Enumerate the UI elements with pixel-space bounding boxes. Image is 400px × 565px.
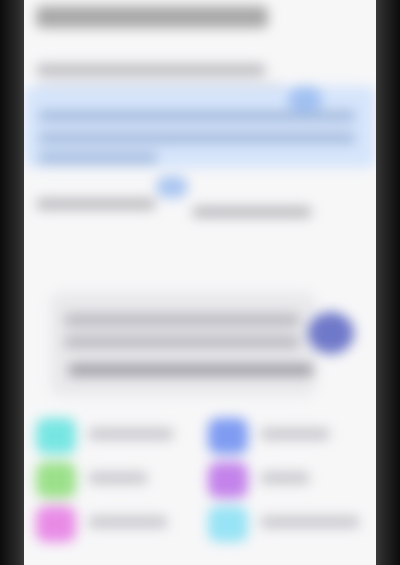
- app-grid: [36, 418, 366, 558]
- blurred-content: [24, 0, 376, 565]
- grid-item[interactable]: [36, 462, 186, 500]
- paragraph-line: [36, 64, 266, 76]
- magenta-app-icon: [36, 506, 76, 542]
- highlighted-line: [38, 132, 356, 144]
- paragraph-line: [192, 206, 312, 218]
- grid-item[interactable]: [208, 418, 358, 456]
- app-screen: [24, 0, 376, 565]
- grid-item[interactable]: [208, 462, 358, 500]
- highlighted-line: [38, 152, 158, 164]
- page-title-placeholder: [36, 6, 268, 28]
- paragraph-line: [36, 198, 156, 210]
- purple-app-icon: [208, 462, 248, 498]
- blue-app-icon: [208, 418, 248, 454]
- grid-item-label: [260, 516, 360, 528]
- selection-handle-start[interactable]: [288, 86, 322, 112]
- grid-item-label: [260, 472, 310, 484]
- selection-handle-end[interactable]: [156, 176, 188, 198]
- green-app-icon: [36, 462, 76, 498]
- grid-item-label: [88, 472, 148, 484]
- cyan-app-icon: [36, 418, 76, 454]
- grid-item-label: [88, 516, 168, 528]
- input-line: [68, 364, 314, 376]
- light-cyan-app-icon: [208, 506, 248, 542]
- grid-item[interactable]: [36, 506, 186, 544]
- grid-item-label: [260, 428, 330, 440]
- grid-item-label: [88, 428, 174, 440]
- send-button[interactable]: [308, 312, 354, 354]
- grid-item[interactable]: [36, 418, 186, 456]
- text-input-card[interactable]: [50, 292, 316, 396]
- selected-text-highlight[interactable]: [24, 86, 376, 168]
- input-line: [64, 336, 300, 348]
- grid-item[interactable]: [208, 506, 360, 544]
- input-line: [64, 314, 300, 326]
